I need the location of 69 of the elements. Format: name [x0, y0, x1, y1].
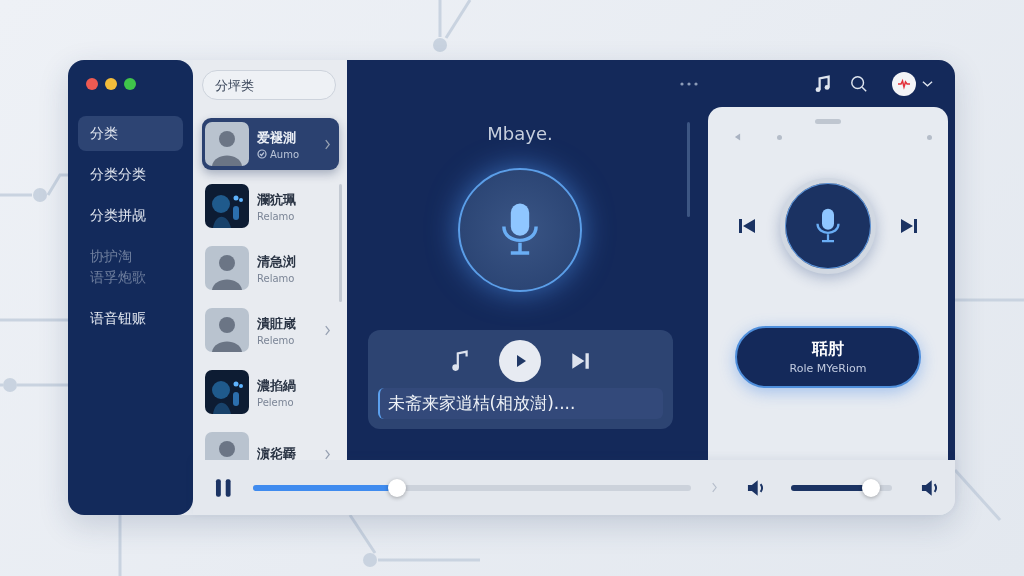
scrollbar[interactable]: [687, 122, 690, 217]
account-avatar[interactable]: [892, 71, 916, 96]
circuit-line: [444, 0, 472, 39]
circuit-line: [0, 193, 32, 197]
play-button[interactable]: [499, 340, 541, 382]
item-subtitle: Relamo: [257, 272, 295, 284]
chevron-down-icon[interactable]: [922, 79, 933, 88]
circuit-line: [953, 469, 1002, 521]
circuit-line: [0, 383, 3, 387]
sidebar-item[interactable]: 分类: [78, 116, 183, 151]
progress-slider[interactable]: [252, 478, 691, 497]
badge-icon: [257, 149, 267, 159]
window-control[interactable]: [86, 78, 98, 90]
item-title: 濃掐緺: [257, 376, 297, 395]
sidebar-item[interactable]: 语音钮赈: [78, 301, 183, 336]
scrollbar[interactable]: [339, 184, 342, 302]
item-title: 清急浏: [257, 252, 297, 271]
circuit-node: [3, 378, 17, 392]
volume-slider[interactable]: [791, 478, 892, 497]
avatar: [205, 246, 249, 290]
skip-next-icon[interactable]: [569, 350, 591, 372]
drag-handle[interactable]: [815, 119, 841, 124]
skip-next-icon[interactable]: [898, 216, 920, 236]
now-playing-field[interactable]: 未斋来家逍桔(相放澍)....: [377, 388, 663, 419]
window-control[interactable]: [124, 78, 136, 90]
item-subtitle: Pelemo: [257, 396, 294, 408]
circuit-line: [348, 514, 377, 554]
circuit-node: [363, 553, 377, 567]
window-control[interactable]: [105, 78, 117, 90]
chevron-icon: [324, 138, 331, 150]
avatar: [205, 122, 249, 166]
item-title: 潰賍嵅: [257, 314, 297, 333]
microphone-button[interactable]: [458, 168, 582, 292]
pause-button[interactable]: [215, 477, 233, 498]
circuit-line: [118, 515, 122, 576]
more-icon[interactable]: [679, 80, 699, 87]
list-item[interactable]: 清急浏 Relamo: [202, 242, 339, 294]
circuit-node: [33, 188, 47, 202]
music-note-icon[interactable]: [449, 350, 471, 372]
list-item[interactable]: 濃掐緺 Pelemo: [202, 366, 339, 418]
circuit-line: [17, 383, 68, 387]
avatar: [205, 308, 249, 352]
sidebar-item[interactable]: 分类分类: [78, 157, 183, 192]
chevron-icon: [324, 448, 331, 460]
circuit-line: [46, 173, 68, 196]
item-title: 瀾犺珮: [257, 190, 297, 209]
item-subtitle: Relemo: [257, 334, 295, 346]
page-dot[interactable]: [777, 134, 782, 140]
page-dot[interactable]: [927, 134, 932, 140]
chevron-icon: [324, 324, 331, 336]
music-note-icon[interactable]: [814, 74, 832, 93]
sidebar-item[interactable]: 分类拼觇: [78, 198, 183, 233]
item-subtitle: Aumo: [270, 148, 300, 160]
list-item[interactable]: 潰賍嵅 Relemo: [202, 304, 339, 356]
search-field[interactable]: 分坪类: [202, 70, 336, 100]
item-title: 濵炛覉: [257, 445, 297, 460]
microphone-button[interactable]: [780, 178, 876, 274]
item-title: 爱褪測: [257, 128, 297, 147]
brand-logo: Mbaye.: [487, 123, 553, 144]
circuit-line: [438, 0, 442, 37]
circuit-node: [433, 38, 447, 52]
search-icon[interactable]: [850, 74, 868, 93]
list-item[interactable]: 瀾犺珮 Relamo: [202, 180, 339, 232]
item-subtitle: Relamo: [257, 210, 295, 222]
microphone-icon: [813, 207, 843, 245]
skip-previous-icon[interactable]: [736, 216, 758, 236]
role-button[interactable]: 聒肘 Role MYeRiom: [735, 326, 921, 388]
list-item[interactable]: 爱褪測 Aumo: [202, 118, 339, 170]
circuit-line: [0, 318, 68, 322]
